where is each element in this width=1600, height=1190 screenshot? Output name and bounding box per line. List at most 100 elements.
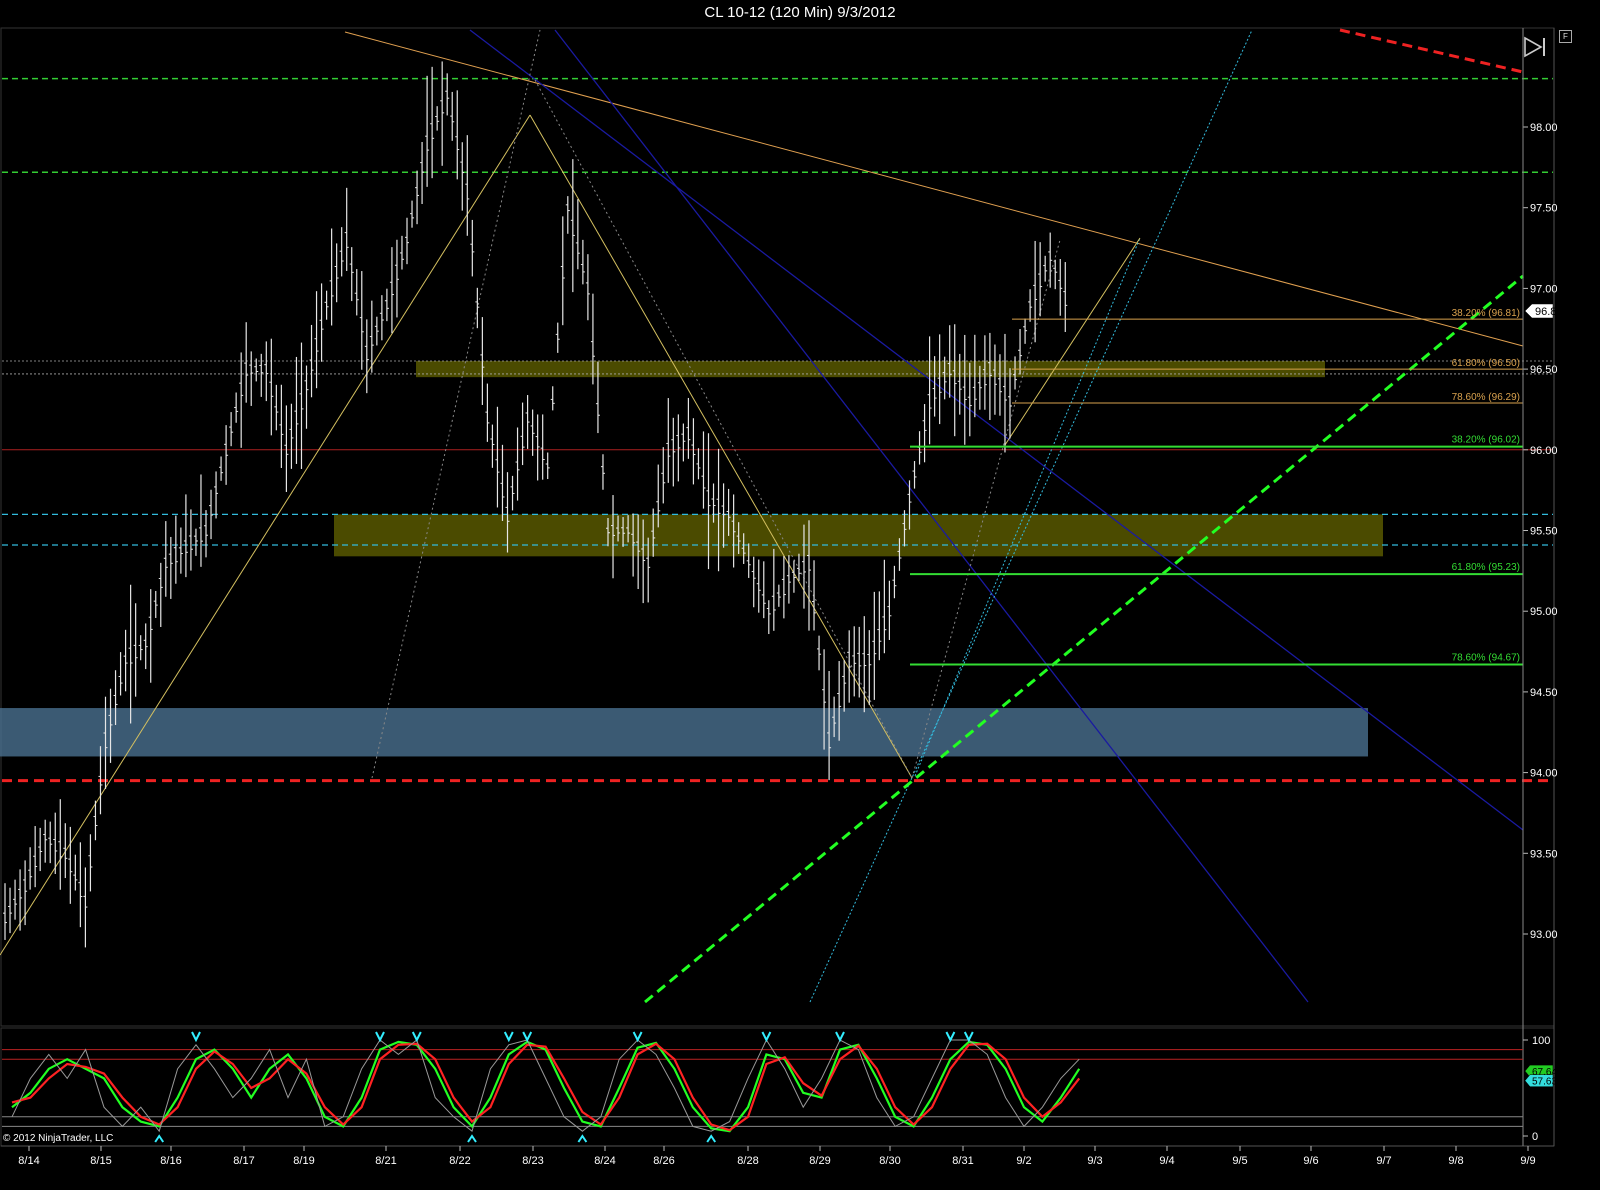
price-bar (324, 290, 329, 320)
price-bar (254, 358, 259, 382)
price-bar (796, 553, 801, 582)
price-bar (812, 560, 817, 631)
price-bar (369, 300, 374, 373)
price-bar (1053, 259, 1058, 290)
stoch-tick-label: 0 (1532, 1131, 1538, 1143)
price-bar (294, 356, 299, 464)
price-bar (817, 635, 822, 671)
time-axis[interactable]: 8/14 8/15 8/16 8/17 8/19 8/21 8/22 8/23 8/24 8/26… (18, 1146, 1536, 1167)
price-bar (952, 324, 957, 437)
price-bar (68, 826, 73, 904)
price-bar (33, 826, 38, 888)
price-bar (555, 322, 560, 353)
price-bar (1043, 255, 1048, 282)
price-bar (289, 403, 294, 469)
price-bar (304, 365, 309, 429)
price-bar (465, 135, 470, 236)
price-bar (214, 471, 219, 519)
gray-dotted-3 (911, 239, 1061, 779)
skip-forward-icon[interactable] (1523, 36, 1549, 58)
price-bar (490, 424, 495, 468)
last-price-marker: 96.86 (1524, 303, 1563, 319)
stoch-oversold-marker (154, 1134, 165, 1143)
price-bar (580, 239, 585, 285)
price-bar (761, 561, 766, 619)
price-bar (430, 66, 435, 179)
price-bar (520, 402, 525, 466)
time-tick-label: 8/14 (18, 1155, 39, 1167)
price-bar (570, 159, 575, 293)
price-bar (244, 322, 249, 403)
price-tick-label: 96.00 (1530, 445, 1558, 457)
price-bar (259, 353, 264, 397)
price-bar (495, 406, 500, 508)
price-bar (405, 217, 409, 265)
price-bar (676, 414, 681, 482)
red-dashed-trend (1339, 28, 1524, 74)
price-bar (540, 414, 545, 480)
price-bar (771, 548, 776, 631)
price-bar (204, 510, 208, 558)
price-bar (1033, 240, 1038, 343)
time-tick-label: 9/2 (1016, 1155, 1031, 1167)
price-bar (535, 414, 540, 481)
price-bar (384, 288, 389, 322)
price-bar (354, 269, 359, 316)
price-bar (671, 417, 676, 487)
price-bar (882, 559, 887, 654)
price-axis[interactable]: 98.00 97.50 97.00 96.50 96.00 95.50 95.00 94.50… (1522, 28, 1558, 1146)
time-tick-label: 8/21 (375, 1155, 396, 1167)
price-bar (264, 341, 269, 402)
price-bar (229, 412, 234, 447)
stoch-overbought-marker (835, 1031, 845, 1043)
price-bar (334, 243, 339, 303)
price-bar (224, 425, 229, 485)
stoch-overbought-marker (503, 1031, 514, 1043)
stoch-overbought-marker (945, 1031, 956, 1043)
price-bar (183, 494, 188, 578)
price-bar (389, 247, 394, 334)
time-tick-label: 9/4 (1159, 1155, 1174, 1167)
price-bar (319, 283, 324, 362)
stoch-overbought-marker (963, 1031, 974, 1043)
stochastics-axis: 100067.6457.63 (1523, 1035, 1557, 1143)
price-bar (545, 452, 550, 480)
price-bar (28, 847, 33, 890)
time-tick-label: 9/5 (1232, 1155, 1247, 1167)
price-bar (43, 819, 48, 863)
stoch-overbought-marker (761, 1031, 772, 1043)
price-bar (681, 423, 686, 462)
price-bar (766, 600, 771, 635)
price-bar (1058, 258, 1063, 316)
steel-zone (0, 708, 1368, 757)
price-bar (359, 271, 364, 370)
price-bar (460, 142, 465, 211)
price-bar (394, 239, 399, 318)
price-bar (455, 90, 460, 180)
price-bar (420, 141, 425, 204)
price-bar (857, 626, 862, 698)
price-bar (279, 384, 284, 468)
price-bar (661, 447, 666, 504)
time-tick-label: 8/29 (809, 1155, 830, 1167)
price-bar (917, 431, 922, 465)
price-bar (781, 556, 786, 619)
price-tick-label: 93.50 (1530, 848, 1558, 860)
price-tick-label: 97.00 (1530, 283, 1558, 295)
indicator-panel-frame (0, 1027, 1555, 1147)
price-bar (249, 351, 254, 406)
flag-button[interactable]: F (1559, 30, 1572, 43)
time-tick-label: 8/17 (233, 1155, 254, 1167)
price-tick-label: 98.00 (1530, 122, 1558, 134)
fib-upper-label-0: 38.20% (96.81) (1452, 308, 1520, 319)
fib-upper-label-1: 61.80% (96.50) (1452, 358, 1520, 369)
price-bar (691, 418, 696, 485)
price-tick-label: 95.50 (1530, 526, 1558, 538)
chart-canvas[interactable]: 38.20% (96.81) 61.80% (96.50) 78.60% (96.2… (0, 0, 1600, 1190)
stoch-readout-label: 57.63 (1532, 1077, 1557, 1088)
time-tick-label: 8/26 (653, 1155, 674, 1167)
price-bar (485, 383, 490, 442)
price-bar (510, 475, 515, 511)
price-bar (48, 821, 53, 864)
price-bar (842, 660, 847, 712)
